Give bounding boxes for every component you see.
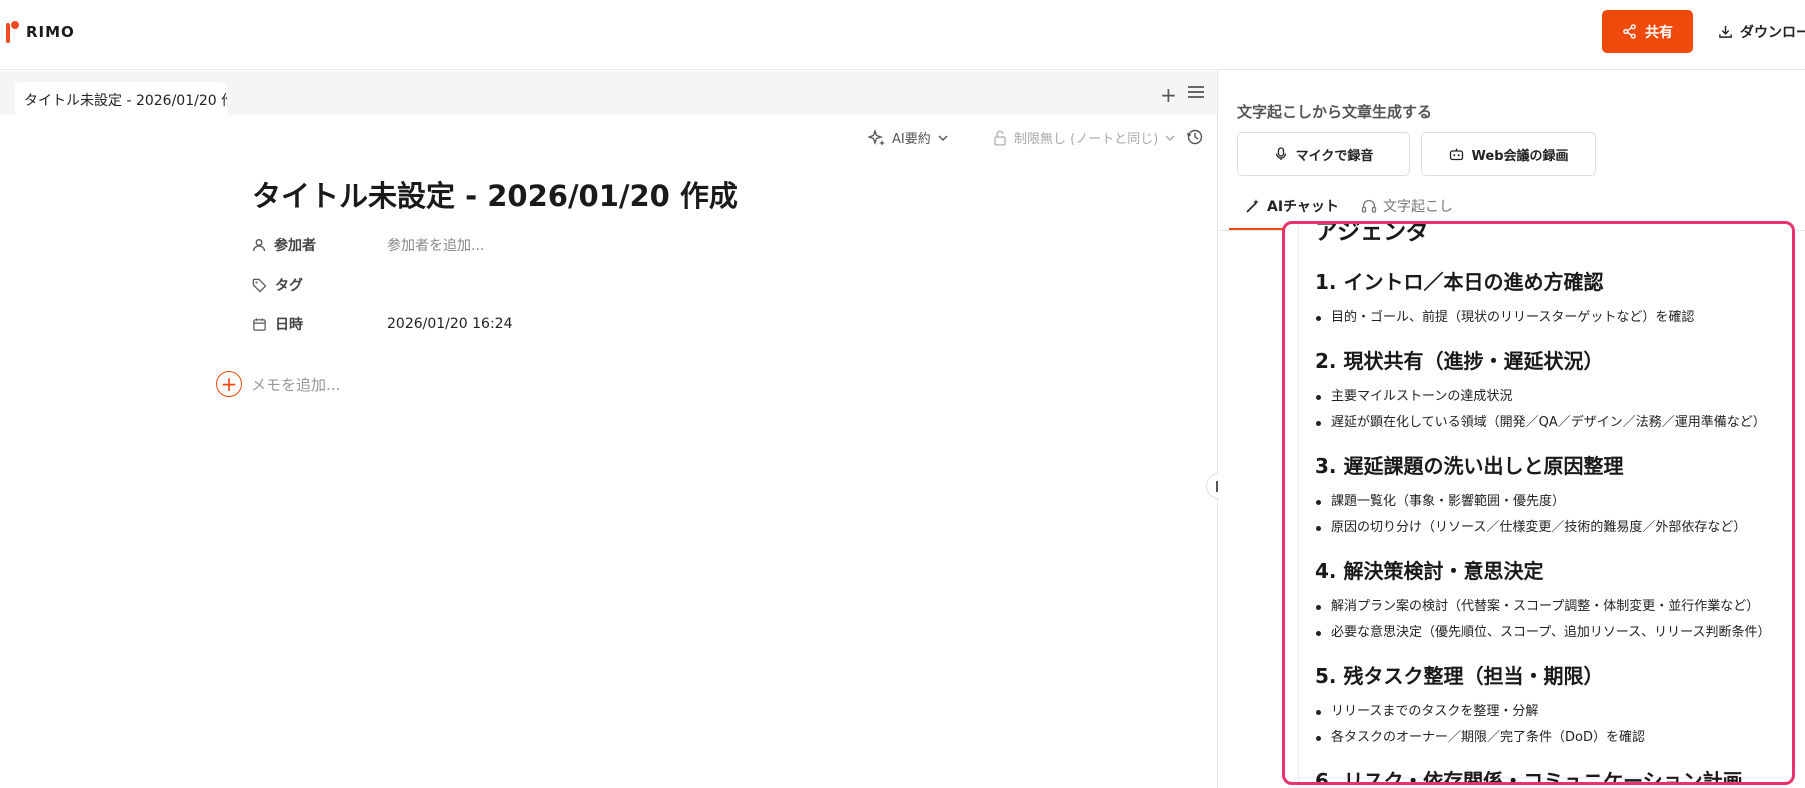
agenda-item: 目的・ゴール、前提（現状のリリースターゲットなど）を確認 (1315, 305, 1792, 331)
headset-icon (1361, 199, 1377, 213)
web-meeting-record-button[interactable]: Web会議の録画 (1421, 132, 1596, 176)
download-label: ダウンロー (1740, 24, 1805, 41)
agenda-section: 1. イントロ／本日の進め方確認 目的・ゴール、前提（現状のリリースターゲットな… (1315, 266, 1792, 331)
download-button[interactable]: ダウンロー (1718, 10, 1805, 53)
agenda-section-heading: 1. イントロ／本日の進め方確認 (1315, 270, 1604, 294)
tab-transcription[interactable]: 文字起こし (1361, 196, 1453, 216)
agenda-item: リリースまでのタスクを整理・分解 (1315, 699, 1792, 725)
datetime-label: 日時 (275, 317, 303, 333)
agenda-section-heading: 4. 解決策検討・意思決定 (1315, 559, 1544, 583)
bot-icon (1449, 148, 1463, 161)
agenda-item: 必要な意思決定（優先順位、スコープ、追加リソース、リリース判断条件） (1315, 620, 1792, 646)
history-icon[interactable] (1186, 128, 1204, 146)
microphone-icon (1275, 147, 1286, 160)
tags-label: タグ (275, 278, 303, 294)
tag-icon (252, 278, 267, 292)
logo-text: RIMO (26, 23, 75, 41)
document-tab-strip: タイトル未設定 - 2026/01/20 作 + (0, 71, 1217, 115)
unlock-icon (994, 130, 1006, 146)
ai-chat-content[interactable]: アジェンダ 1. イントロ／本日の進め方確認 目的・ゴール、前提（現状のリリース… (1282, 221, 1795, 785)
agenda-item: 各タスクのオーナー／期限／完了条件（DoD）を確認 (1315, 725, 1792, 751)
agenda-section: 3. 遅延課題の洗い出しと原因整理 課題一覧化（事象・影響範囲・優先度） 原因の… (1315, 450, 1792, 541)
agenda-item: 原因の切り分け（リソース／仕様変更／技術的難易度／外部依存など） (1315, 515, 1792, 541)
document-title[interactable]: タイトル未設定 - 2026/01/20 作成 (252, 173, 738, 215)
access-limit-dropdown[interactable]: 制限無し (ノートと同じ) (992, 128, 1176, 147)
tab-ai-chat-label: AIチャット (1267, 199, 1339, 215)
person-icon (252, 239, 266, 252)
assistant-pane: 文字起こしから文章生成する マイクで録音 Web会議の録画 AIチャット 文字起… (1219, 71, 1805, 788)
chevron-down-icon (938, 134, 948, 141)
agenda-section-heading: 6. リスク・依存関係・コミュニケーション計画 (1315, 769, 1743, 785)
agenda-item: 課題一覧化（事象・影響範囲・優先度） (1315, 489, 1792, 515)
participants-label: 参加者 (274, 238, 316, 254)
agenda-item: 遅延が顕在化している領域（開発／QA／デザイン／法務／運用準備など） (1315, 410, 1792, 436)
agenda-item: 主要マイルストーンの達成状況 (1315, 384, 1792, 410)
memo-placeholder: メモを追加... (251, 375, 341, 394)
agenda-section: 2. 現状共有（進捗・遅延状況） 主要マイルストーンの達成状況 遅延が顕在化して… (1315, 345, 1792, 436)
generate-heading: 文字起こしから文章生成する (1237, 103, 1433, 121)
share-button[interactable]: 共有 (1602, 10, 1693, 53)
web-record-label: Web会議の録画 (1471, 148, 1569, 164)
agenda-title: アジェンダ (1315, 221, 1430, 245)
share-label: 共有 (1645, 24, 1673, 41)
add-tab-icon[interactable]: + (1160, 83, 1177, 107)
ai-summary-dropdown[interactable]: AI要約 (868, 128, 949, 147)
share-icon (1623, 24, 1636, 39)
agenda-message: アジェンダ 1. イントロ／本日の進め方確認 目的・ゴール、前提（現状のリリース… (1298, 221, 1792, 785)
access-limit-label: 制限無し (ノートと同じ) (1014, 132, 1159, 147)
download-icon (1719, 25, 1732, 38)
tab-list-icon[interactable] (1188, 86, 1204, 100)
tab-transcription-label: 文字起こし (1383, 199, 1453, 215)
agenda-item: 解消プラン案の検討（代替案・スコープ調整・体制変更・並行作業など） (1315, 594, 1792, 620)
datetime-value[interactable]: 2026/01/20 16:24 (387, 316, 513, 332)
calendar-icon (253, 317, 266, 331)
editor-toolbar: AI要約 制限無し (ノートと同じ) (0, 128, 1217, 154)
plus-icon: + (216, 371, 242, 397)
agenda-section: 5. 残タスク整理（担当・期限） リリースまでのタスクを整理・分解 各タスクのオ… (1315, 660, 1792, 751)
document-tab[interactable]: タイトル未設定 - 2026/01/20 作 (15, 82, 227, 115)
agenda-section-heading: 2. 現状共有（進捗・遅延状況） (1315, 349, 1604, 373)
agenda-section-heading: 5. 残タスク整理（担当・期限） (1315, 664, 1604, 688)
mic-record-label: マイクで録音 (1295, 148, 1374, 164)
mic-record-button[interactable]: マイクで録音 (1237, 132, 1410, 176)
magic-wand-icon (1246, 199, 1259, 213)
datetime-row: 日時 2026/01/20 16:24 (252, 314, 513, 334)
tab-ai-chat[interactable]: AIチャット (1245, 196, 1339, 216)
logo-mark-icon (6, 21, 20, 43)
chevron-down-icon (1165, 134, 1175, 141)
ai-summary-label: AI要約 (892, 132, 931, 147)
participants-input[interactable]: 参加者を追加... (387, 235, 484, 255)
add-memo[interactable]: + メモを追加... (216, 371, 340, 397)
sparkle-icon (868, 128, 885, 146)
agenda-section: 4. 解決策検討・意思決定 解消プラン案の検討（代替案・スコープ調整・体制変更・… (1315, 555, 1792, 646)
agenda-section-heading: 3. 遅延課題の洗い出しと原因整理 (1315, 454, 1624, 478)
tags-row: タグ (252, 275, 387, 295)
top-header: RIMO 共有 ダウンロー (0, 0, 1805, 70)
app-logo[interactable]: RIMO (6, 21, 75, 43)
editor-pane: タイトル未設定 - 2026/01/20 作 + AI要約 制限無し (ノートと… (0, 71, 1218, 788)
participants-row: 参加者 参加者を追加... (252, 235, 484, 255)
